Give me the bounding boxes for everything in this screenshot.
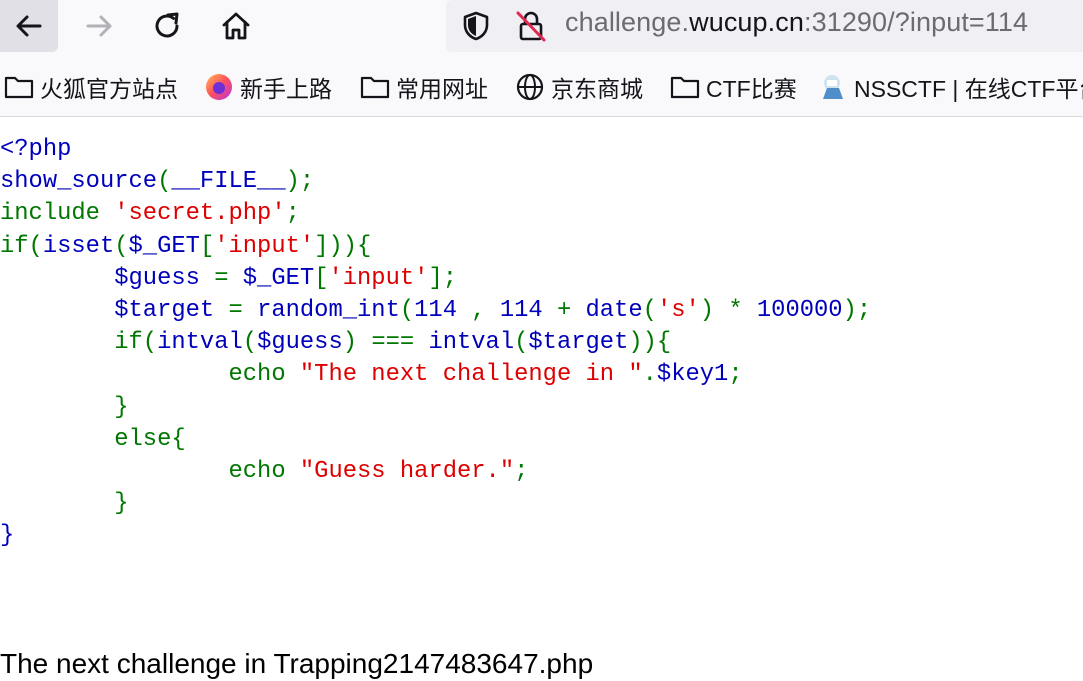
code-token: 'input' — [328, 264, 429, 292]
code-token: ; — [514, 458, 529, 486]
bookmarks-toolbar: 火狐官方站点 新手上路 常用网址 京东商城 CTF比赛 NSSCTF | 在线C… — [0, 58, 1083, 117]
code-token: intval — [428, 329, 515, 357]
code-token: ) — [699, 297, 729, 325]
bookmark-label: 京东商城 — [551, 76, 643, 102]
globe-icon — [515, 72, 545, 102]
code-token: else{ — [114, 425, 186, 453]
code-token: } — [114, 393, 129, 421]
bookmark-jd[interactable]: 京东商城 — [515, 71, 643, 103]
code-token: 114 — [499, 297, 557, 325]
insecure-lock-icon[interactable] — [514, 9, 548, 43]
shield-icon[interactable] — [460, 10, 492, 42]
code-token: if( — [114, 329, 158, 357]
code-token: ); — [842, 297, 872, 325]
firefox-icon — [204, 72, 234, 102]
page-output-text: The next challenge in Trapping2147483647… — [0, 648, 594, 679]
home-button[interactable] — [207, 0, 265, 52]
code-token: ); — [285, 168, 315, 196]
code-token: ?php — [14, 136, 72, 163]
code-token: $_GET — [242, 264, 315, 292]
browser-toolbar: challenge.wucup.cn:31290/?input=114 — [0, 0, 1083, 58]
code-token: date — [585, 297, 643, 325]
code-token: "Guess harder." — [299, 458, 515, 486]
code-token: ( — [642, 297, 657, 325]
code-token: $guess — [114, 264, 215, 292]
code-token: 'secret.php' — [114, 200, 286, 228]
code-token: * — [728, 297, 757, 325]
code-token: $target — [114, 297, 229, 325]
code-token: ( — [157, 168, 172, 196]
code-token: = — [228, 297, 258, 325]
code-token: show_source — [0, 168, 158, 196]
code-token: 100000 — [756, 297, 843, 325]
php-source-code: <?php show_source(__FILE__); include 'se… — [0, 134, 871, 553]
code-token: ( — [399, 297, 415, 325]
code-token: if( — [0, 232, 43, 260]
code-token: < — [0, 136, 15, 163]
code-token: include — [0, 200, 115, 228]
folder-icon — [360, 72, 390, 102]
forward-arrow-icon — [86, 15, 112, 37]
code-token: $key1 — [656, 361, 729, 389]
code-token: === — [371, 329, 429, 357]
url-text[interactable]: challenge.wucup.cn:31290/?input=114 — [565, 7, 1028, 38]
code-token: isset — [42, 232, 115, 260]
code-token: ]; — [428, 264, 457, 292]
nssctf-favicon — [818, 72, 848, 102]
bookmark-getting-started[interactable]: 新手上路 — [204, 71, 332, 103]
back-button[interactable] — [0, 0, 58, 52]
code-token: ])){ — [314, 232, 372, 260]
code-token: ) — [342, 329, 372, 357]
code-token: + — [556, 297, 586, 325]
code-token: . — [642, 361, 657, 389]
code-token: 114 — [414, 297, 472, 325]
code-token: ( — [242, 329, 258, 357]
code-token: ; — [285, 200, 300, 228]
code-token: = — [214, 264, 243, 292]
code-token: )){ — [628, 329, 672, 357]
bookmark-label: 常用网址 — [396, 76, 488, 102]
code-token: echo — [228, 458, 300, 486]
code-token: echo — [228, 361, 300, 389]
code-token: 's' — [656, 297, 700, 325]
bookmark-label: NSSCTF | 在线CTF平台 — [854, 76, 1083, 102]
code-token: "The next challenge in " — [299, 361, 643, 389]
bookmark-label: CTF比赛 — [706, 76, 797, 102]
back-arrow-icon — [16, 15, 42, 37]
reload-button[interactable] — [138, 0, 196, 52]
bookmark-label: 火狐官方站点 — [40, 76, 178, 102]
forward-button[interactable] — [70, 0, 128, 52]
code-token: } — [0, 522, 15, 550]
folder-icon — [4, 72, 34, 102]
code-token: , — [471, 297, 500, 325]
code-token: ( — [514, 329, 529, 357]
code-token: $guess — [257, 329, 343, 357]
bookmark-label: 新手上路 — [240, 76, 332, 102]
code-token: intval — [157, 329, 243, 357]
url-bar[interactable]: challenge.wucup.cn:31290/?input=114 — [446, 0, 1083, 52]
url-host: wucup.cn — [689, 7, 804, 37]
bookmark-common-sites[interactable]: 常用网址 — [360, 71, 488, 103]
code-token: __FILE__ — [171, 168, 286, 196]
code-token: $_GET — [128, 232, 200, 260]
code-token: [ — [199, 232, 215, 260]
code-token: ; — [728, 361, 743, 389]
code-token: } — [114, 490, 129, 518]
bookmark-nssctf[interactable]: NSSCTF | 在线CTF平台 — [818, 71, 1083, 103]
bookmark-firefox-official[interactable]: 火狐官方站点 — [4, 71, 178, 103]
home-icon — [222, 12, 250, 40]
bookmark-ctf[interactable]: CTF比赛 — [670, 71, 797, 103]
reload-icon — [155, 12, 179, 38]
code-token: random_int — [257, 297, 400, 325]
folder-icon — [670, 72, 700, 102]
url-path: :31290/?input=114 — [803, 7, 1029, 37]
code-token: $target — [528, 329, 629, 357]
code-token: 'input' — [214, 232, 315, 260]
code-token: ( — [114, 232, 129, 260]
url-host-prefix: challenge. — [565, 7, 690, 37]
code-token: [ — [314, 264, 329, 292]
